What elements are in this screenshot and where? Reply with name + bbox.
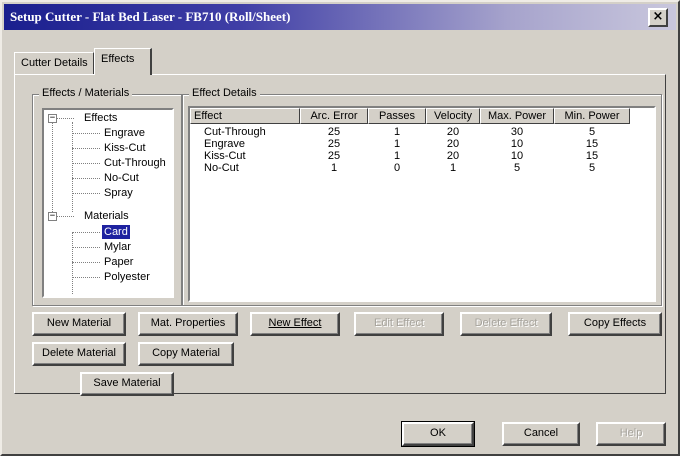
tree-line <box>72 232 73 294</box>
cell-effect: No-Cut <box>204 162 239 174</box>
table-row[interactable]: Engrave 25 1 20 10 15 <box>190 138 630 150</box>
cell-arc-error: 1 <box>330 162 338 174</box>
tree-line <box>72 232 100 233</box>
tab-cutter-details[interactable]: Cutter Details <box>14 52 94 74</box>
column-header-passes[interactable]: Passes <box>368 108 426 124</box>
table-row[interactable]: No-Cut 1 0 1 5 5 <box>190 162 630 174</box>
table-header: Effect Arc. Error Passes Velocity Max. P… <box>190 108 630 124</box>
copy-material-button[interactable]: Copy Material <box>138 342 234 366</box>
tree-line <box>52 120 53 216</box>
cell-arc-error: 25 <box>327 138 341 150</box>
edit-effect-button[interactable]: Edit Effect <box>354 312 444 336</box>
tree-line <box>72 122 73 212</box>
cell-max-power: 5 <box>513 162 521 174</box>
close-icon[interactable]: × <box>648 8 668 27</box>
cell-passes: 1 <box>393 126 401 138</box>
cell-effect: Kiss-Cut <box>204 150 246 162</box>
tree-item-kiss-cut[interactable]: Kiss-Cut <box>102 141 148 155</box>
tree-item-card[interactable]: Card <box>102 225 130 239</box>
cell-velocity: 20 <box>446 150 460 162</box>
new-effect-button[interactable]: New Effect <box>250 312 340 336</box>
tree-line <box>72 163 100 164</box>
cell-velocity: 1 <box>449 162 457 174</box>
tree-line <box>72 148 100 149</box>
cell-max-power: 10 <box>510 138 524 150</box>
cell-max-power: 30 <box>510 126 524 138</box>
title-bar: Setup Cutter - Flat Bed Laser - FB710 (R… <box>4 4 676 30</box>
setup-cutter-dialog: Setup Cutter - Flat Bed Laser - FB710 (R… <box>0 0 680 456</box>
effect-details-table[interactable]: Effect Arc. Error Passes Velocity Max. P… <box>188 106 656 302</box>
cancel-button[interactable]: Cancel <box>502 422 580 446</box>
column-header-min-power[interactable]: Min. Power <box>554 108 630 124</box>
delete-effect-button[interactable]: Delete Effect <box>460 312 552 336</box>
cell-passes: 1 <box>393 150 401 162</box>
tree-item-engrave[interactable]: Engrave <box>102 126 147 140</box>
column-header-max-power[interactable]: Max. Power <box>480 108 554 124</box>
ok-button[interactable]: OK <box>401 421 475 447</box>
help-button[interactable]: Help <box>596 422 666 446</box>
cell-effect: Engrave <box>204 138 245 150</box>
tree-line <box>72 193 100 194</box>
copy-effects-button[interactable]: Copy Effects <box>568 312 662 336</box>
tree-line <box>72 247 100 248</box>
tree-item-paper[interactable]: Paper <box>102 255 135 269</box>
column-header-effect[interactable]: Effect <box>190 108 300 124</box>
column-header-arc-error[interactable]: Arc. Error <box>300 108 368 124</box>
window-title: Setup Cutter - Flat Bed Laser - FB710 (R… <box>10 9 291 24</box>
collapse-effects-icon[interactable]: − <box>48 114 57 123</box>
delete-material-button[interactable]: Delete Material <box>32 342 126 366</box>
effects-materials-tree[interactable]: − − Effects Engrave Kiss-Cut Cut-Through… <box>42 108 174 298</box>
tree-item-spray[interactable]: Spray <box>102 186 135 200</box>
tree-line <box>72 178 100 179</box>
tab-effects[interactable]: Effects <box>94 48 152 75</box>
tree-line <box>72 277 100 278</box>
tree-item-no-cut[interactable]: No-Cut <box>102 171 141 185</box>
new-material-button[interactable]: New Material <box>32 312 126 336</box>
cell-arc-error: 25 <box>327 126 341 138</box>
column-header-velocity[interactable]: Velocity <box>426 108 480 124</box>
tree-item-effects[interactable]: Effects <box>82 111 119 125</box>
cell-min-power: 15 <box>585 138 599 150</box>
cell-max-power: 10 <box>510 150 524 162</box>
collapse-materials-icon[interactable]: − <box>48 212 57 221</box>
new-effect-label: New Effect <box>268 317 322 329</box>
table-row[interactable]: Kiss-Cut 25 1 20 10 15 <box>190 150 630 162</box>
cell-velocity: 20 <box>446 126 460 138</box>
table-row[interactable]: Cut-Through 25 1 20 30 5 <box>190 126 630 138</box>
effect-details-label: Effect Details <box>189 87 260 99</box>
tree-item-materials[interactable]: Materials <box>82 209 131 223</box>
effects-materials-label: Effects / Materials <box>39 87 133 99</box>
tree-item-mylar[interactable]: Mylar <box>102 240 133 254</box>
cell-min-power: 5 <box>588 162 596 174</box>
tree-line <box>72 133 100 134</box>
mat-properties-button[interactable]: Mat. Properties <box>138 312 238 336</box>
cell-min-power: 5 <box>588 126 596 138</box>
save-material-button[interactable]: Save Material <box>80 372 174 396</box>
cell-arc-error: 25 <box>327 150 341 162</box>
cell-min-power: 15 <box>585 150 599 162</box>
tree-line <box>72 262 100 263</box>
tree-item-cut-through[interactable]: Cut-Through <box>102 156 168 170</box>
cell-effect: Cut-Through <box>204 126 266 138</box>
cell-passes: 1 <box>393 138 401 150</box>
cell-velocity: 20 <box>446 138 460 150</box>
tree-item-polyester[interactable]: Polyester <box>102 270 152 284</box>
cell-passes: 0 <box>393 162 401 174</box>
